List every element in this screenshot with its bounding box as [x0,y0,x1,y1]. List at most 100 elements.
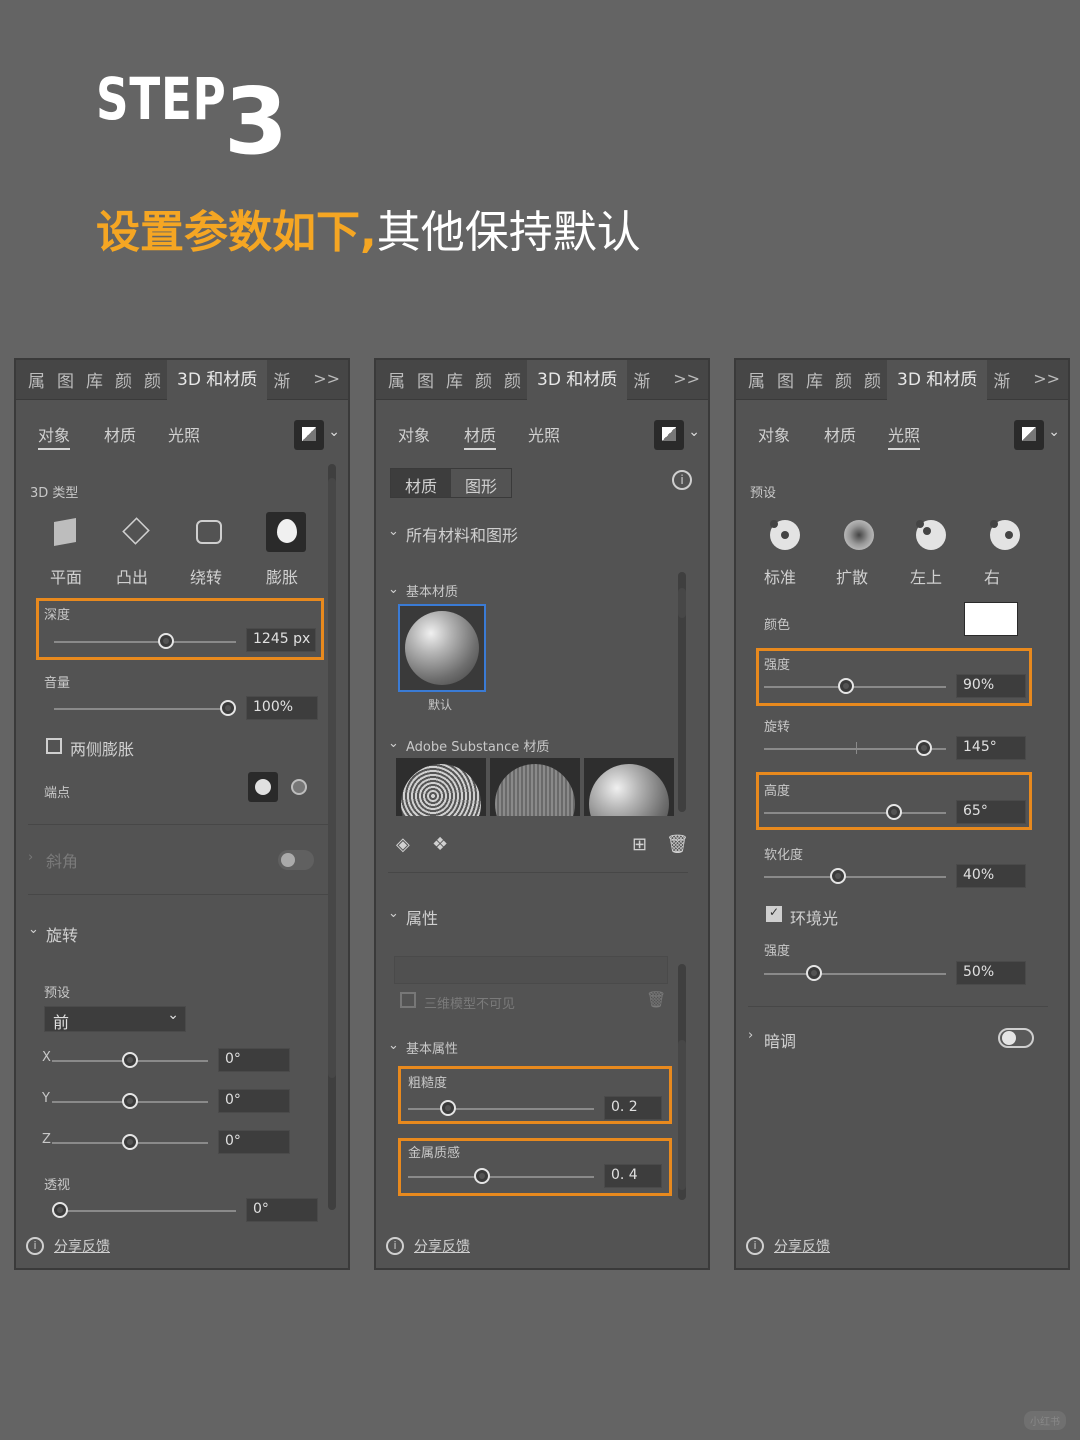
tab-3d-materials[interactable]: 3D 和材质 [887,359,988,400]
subtab-object[interactable]: 对象 [398,422,430,446]
render-icon[interactable] [654,420,684,450]
tab-libraries[interactable]: 库 [800,367,829,392]
chevron-down-icon[interactable]: ⌄ [1048,424,1060,440]
chevron-down-icon[interactable]: ⌄ [688,424,700,440]
metallic-value[interactable]: 0. 4 [604,1164,662,1188]
perspective-slider[interactable] [52,1210,236,1212]
softness-slider[interactable] [764,876,946,878]
info-icon[interactable]: i [746,1237,764,1255]
trash-icon[interactable]: 🗑 [666,834,689,855]
extrude-icon[interactable] [116,512,156,552]
height-value[interactable]: 65° [956,800,1026,824]
tab-gradient[interactable]: 渐 [627,367,656,392]
properties-section-label[interactable]: 属性 [406,905,438,929]
new-material-icon[interactable]: ⊞ [632,834,647,855]
tab-properties[interactable]: 属 [376,367,411,392]
subtab-material[interactable]: 材质 [104,422,136,446]
chevron-down-icon[interactable]: ⌄ [328,424,340,440]
scrollbar-thumb[interactable] [678,1040,686,1190]
roughness-slider[interactable] [408,1108,594,1110]
z-value[interactable]: 0° [218,1130,290,1154]
info-icon[interactable]: i [672,470,692,490]
subtab-material[interactable]: 材质 [824,422,856,446]
rotation-slider-handle[interactable] [916,740,932,756]
preset-diffuse-icon[interactable] [844,520,874,550]
material-settings-icon[interactable]: ❖ [432,834,448,855]
chevron-down-icon[interactable]: ⌄ [388,1038,399,1053]
subtab-lighting[interactable]: 光照 [168,422,200,446]
tab-libraries[interactable]: 库 [440,367,469,392]
shadow-label[interactable]: 暗调 [764,1028,796,1052]
intensity-slider[interactable] [764,686,946,688]
seg-material[interactable]: 材质 [391,469,452,497]
rotation-section-label[interactable]: 旋转 [46,922,78,946]
softness-value[interactable]: 40% [956,864,1026,888]
x-slider-handle[interactable] [122,1052,138,1068]
volume-slider[interactable] [54,708,230,710]
bevel-toggle[interactable] [278,850,314,870]
depth-slider[interactable] [54,641,236,643]
substance-material-3[interactable] [584,758,674,816]
render-icon[interactable] [294,420,324,450]
feedback-link[interactable]: 分享反馈 [414,1236,470,1256]
tab-layers[interactable]: 图 [411,367,440,392]
tab-color[interactable]: 颜 [829,367,858,392]
ambient-intensity-value[interactable]: 50% [956,961,1026,985]
preset-select[interactable]: 前 ⌄ [44,1006,186,1032]
info-icon[interactable]: i [386,1237,404,1255]
feedback-link[interactable]: 分享反馈 [774,1236,830,1256]
light-color-swatch[interactable] [964,602,1018,636]
seg-graphic[interactable]: 图形 [451,469,511,497]
intensity-slider-handle[interactable] [838,678,854,694]
preset-top-left-icon[interactable] [916,520,946,550]
info-icon[interactable]: i [26,1237,44,1255]
scrollbar-thumb[interactable] [328,478,336,1078]
metallic-slider-handle[interactable] [474,1168,490,1184]
tab-layers[interactable]: 图 [771,367,800,392]
more-tabs-icon[interactable]: >> [673,369,700,388]
both-sides-checkbox[interactable] [46,738,62,754]
invisible-checkbox[interactable] [400,992,416,1008]
all-materials-label[interactable]: 所有材料和图形 [406,522,518,546]
tab-swatches[interactable]: 颜 [498,367,527,392]
ambient-light-checkbox[interactable] [766,905,782,922]
softness-slider-handle[interactable] [830,868,846,884]
tab-properties[interactable]: 属 [736,367,771,392]
tab-gradient[interactable]: 渐 [987,367,1016,392]
height-slider-handle[interactable] [886,804,902,820]
depth-value[interactable]: 1245 px [246,628,316,652]
chevron-right-icon[interactable]: › [748,1028,753,1043]
rotation-value[interactable]: 145° [956,736,1026,760]
more-tabs-icon[interactable]: >> [313,369,340,388]
revolve-icon[interactable] [188,512,228,552]
tab-swatches[interactable]: 颜 [138,367,167,392]
subtab-object[interactable]: 对象 [38,422,71,450]
perspective-slider-handle[interactable] [52,1202,68,1218]
tab-properties[interactable]: 属 [16,367,51,392]
substance-material-2[interactable] [490,758,580,816]
subtab-lighting[interactable]: 光照 [888,422,921,450]
chevron-right-icon[interactable]: › [28,850,33,865]
feedback-link[interactable]: 分享反馈 [54,1236,110,1256]
x-value[interactable]: 0° [218,1048,290,1072]
perspective-value[interactable]: 0° [246,1198,318,1222]
subtab-lighting[interactable]: 光照 [528,422,560,446]
chevron-down-icon[interactable]: ⌄ [28,922,39,937]
substance-label[interactable]: Adobe Substance 材质 [406,736,549,755]
tab-color[interactable]: 颜 [109,367,138,392]
chevron-down-icon[interactable]: ⌄ [388,906,399,921]
subtab-material[interactable]: 材质 [464,422,497,450]
y-slider-handle[interactable] [122,1093,138,1109]
endpoint-round-icon[interactable] [248,772,278,802]
more-tabs-icon[interactable]: >> [1033,369,1060,388]
z-slider-handle[interactable] [122,1134,138,1150]
chevron-down-icon[interactable]: ⌄ [388,736,399,751]
add-material-icon[interactable]: ◈ [396,834,410,855]
y-value[interactable]: 0° [218,1089,290,1113]
ambient-intensity-slider[interactable] [764,973,946,975]
tab-libraries[interactable]: 库 [80,367,109,392]
metallic-slider[interactable] [408,1176,594,1178]
chevron-down-icon[interactable]: ⌄ [388,524,399,539]
default-material-swatch[interactable] [398,604,486,692]
trash-icon[interactable]: 🗑 [646,990,666,1009]
